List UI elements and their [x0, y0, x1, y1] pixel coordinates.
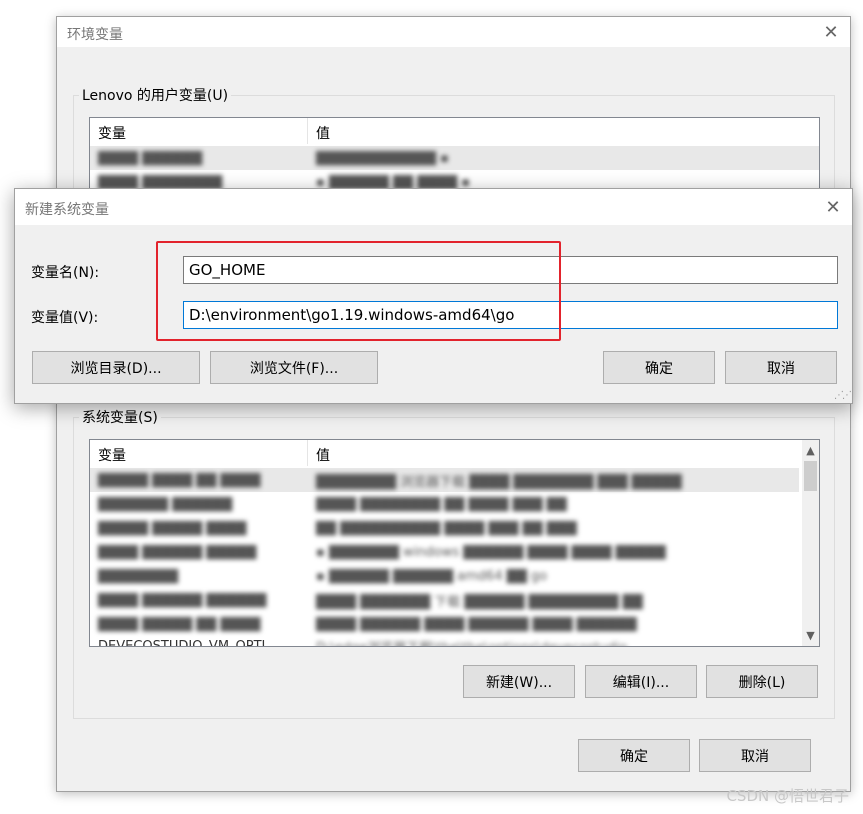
- system-variables-label: 系统变量(S): [82, 410, 158, 426]
- dialog-title: 新建系统变量: [25, 202, 109, 218]
- system-var-name: █████ ████ ██ ████: [98, 472, 261, 488]
- system-var-name: ████ █████ ██ ████: [98, 616, 261, 632]
- system-column-value[interactable]: 值: [308, 440, 330, 466]
- system-var-value: ████ ██████ ████ ██████ ████ ██████: [316, 616, 637, 632]
- dialog-cancel-button[interactable]: 取消: [725, 351, 837, 384]
- close-icon[interactable]: ✕: [822, 196, 844, 218]
- env-cancel-button[interactable]: 取消: [699, 739, 811, 772]
- table-row[interactable]: ████ █████ ██ ████ ████ ██████ ████ ████…: [90, 612, 799, 636]
- table-row[interactable]: ███████ ██████ ████ ████████ ██ ████ ███…: [90, 492, 799, 516]
- user-column-name[interactable]: 变量: [90, 118, 308, 144]
- system-column-name[interactable]: 变量: [90, 440, 308, 466]
- system-var-value: ████ ███████ 下载 ██████ █████████ ██: [316, 594, 643, 610]
- system-list-header: 变量 值: [90, 440, 819, 466]
- new-variable-button[interactable]: 新建(W)...: [463, 665, 575, 698]
- system-var-name: ███████ ██████: [98, 496, 233, 512]
- system-var-name: DEVECOSTUDIO_VM_OPTI: [98, 638, 266, 647]
- variable-value-label: 变量值(V):: [31, 310, 99, 326]
- resize-grip-icon[interactable]: ⋰⋰: [834, 390, 852, 401]
- system-var-value: D:\edge浏览器下载\the\the\options\devecostudi…: [308, 637, 627, 647]
- delete-variable-button[interactable]: 删除(L): [706, 665, 818, 698]
- system-var-value: ████ ████████ ██ ████ ███ ██: [316, 496, 567, 512]
- system-var-name: ████ ██████ █████: [98, 544, 257, 560]
- system-var-name: ████ ██████ ██████: [98, 592, 267, 608]
- user-column-value[interactable]: 值: [308, 118, 330, 144]
- system-var-name: ████████: [98, 568, 178, 584]
- system-var-value: ▪ ███████ windows ██████ ████ ████ █████: [316, 544, 666, 560]
- chevron-up-icon[interactable]: ▲: [802, 442, 819, 459]
- browse-file-button[interactable]: 浏览文件(F)...: [210, 351, 378, 384]
- user-var-value: ████████████ ▪: [316, 150, 449, 166]
- scroll-thumb[interactable]: [804, 461, 817, 491]
- dialog-ok-button[interactable]: 确定: [603, 351, 715, 384]
- table-row[interactable]: DEVECOSTUDIO_VM_OPTI D:\edge浏览器下载\the\th…: [90, 634, 799, 647]
- table-row[interactable]: ████ ██████ ██████ ████ ███████ 下载 █████…: [90, 588, 799, 612]
- env-variables-window: 环境变量 ✕ Lenovo 的用户变量(U) 变量 值 ████ ██████ …: [56, 16, 851, 792]
- chevron-down-icon[interactable]: ▼: [802, 627, 819, 644]
- system-list-scrollbar[interactable]: ▲ ▼: [802, 440, 819, 646]
- dialog-title-bar[interactable]: 新建系统变量 ✕: [15, 189, 852, 225]
- new-system-variable-dialog: 新建系统变量 ✕ 变量名(N): GO_HOME 变量值(V): D:\envi…: [14, 188, 853, 404]
- highlight-box: [156, 241, 561, 341]
- user-variables-label: Lenovo 的用户变量(U): [82, 88, 229, 104]
- browse-directory-button[interactable]: 浏览目录(D)...: [32, 351, 200, 384]
- table-row[interactable]: ████████ ▪ ██████ ██████ amd64 ██ go: [90, 564, 799, 588]
- table-row[interactable]: █████ █████ ████ ██ ██████████ ████ ███ …: [90, 516, 799, 540]
- env-ok-button[interactable]: 确定: [578, 739, 690, 772]
- system-var-value: ████████ 浏览器下载 ████ ████████ ███ █████: [316, 474, 682, 490]
- table-row[interactable]: ████ ██████ █████ ▪ ███████ windows ████…: [90, 540, 799, 564]
- variable-name-label: 变量名(N):: [31, 265, 100, 281]
- env-window-title: 环境变量: [67, 27, 123, 43]
- system-variables-list[interactable]: 变量 值 █████ ████ ██ ████ ████████ 浏览器下载 █…: [89, 439, 820, 647]
- user-list-header: 变量 值: [90, 118, 819, 144]
- system-var-value: ██ ██████████ ████ ███ ██ ███: [316, 520, 577, 536]
- system-var-name: █████ █████ ████: [98, 520, 247, 536]
- close-icon[interactable]: ✕: [820, 21, 842, 43]
- list-item[interactable]: ████ ██████ ████████████ ▪: [90, 146, 819, 170]
- edit-variable-button[interactable]: 编辑(I)...: [585, 665, 697, 698]
- watermark: CSDN @悟世君子: [726, 787, 849, 805]
- system-var-value: ▪ ██████ ██████ amd64 ██ go: [316, 568, 548, 584]
- table-row[interactable]: █████ ████ ██ ████ ████████ 浏览器下载 ████ █…: [90, 468, 799, 492]
- env-title-bar[interactable]: 环境变量 ✕: [57, 17, 850, 47]
- user-var-name: ████ ██████: [98, 150, 203, 166]
